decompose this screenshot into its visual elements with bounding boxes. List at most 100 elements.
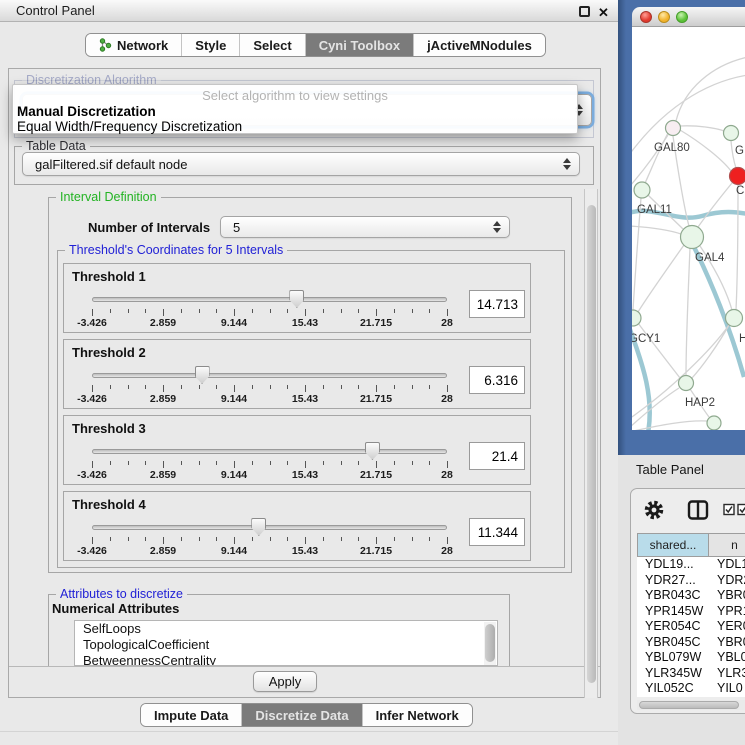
slider-tick bbox=[323, 537, 324, 541]
numerical-attributes-label: Numerical Attributes bbox=[52, 601, 179, 616]
cell-name: YBR0 bbox=[709, 588, 745, 604]
num-intervals-combo[interactable]: 5 bbox=[220, 216, 510, 238]
slider-tick bbox=[447, 385, 448, 392]
edge bbox=[638, 245, 684, 312]
apply-button[interactable]: Apply bbox=[253, 671, 317, 692]
slider-tick bbox=[287, 461, 288, 465]
select-columns-checkboxes-icon[interactable] bbox=[723, 503, 745, 516]
node-table[interactable]: shared...n YDL19...YDL1YDR27...YDR2YBR04… bbox=[637, 533, 745, 697]
slider-tick bbox=[234, 461, 235, 468]
slider-tick bbox=[358, 461, 359, 465]
slider-track[interactable] bbox=[92, 373, 447, 378]
threshold-value-field[interactable] bbox=[469, 366, 525, 394]
column-header-n[interactable]: n bbox=[709, 533, 745, 557]
algorithm-option-equal-width[interactable]: Equal Width/Frequency Discretization bbox=[17, 119, 242, 134]
cell-name: YDR2 bbox=[709, 573, 745, 589]
edge bbox=[632, 226, 681, 234]
cell-name: YIL0 bbox=[709, 681, 743, 697]
network-node-h[interactable] bbox=[726, 310, 743, 327]
column-layout-icon[interactable] bbox=[687, 499, 709, 521]
gear-icon[interactable] bbox=[643, 499, 665, 521]
slider-tick bbox=[252, 309, 253, 313]
attributes-scrollbar[interactable] bbox=[484, 622, 496, 666]
table-row[interactable]: YIL052CYIL0 bbox=[637, 681, 745, 697]
slider-thumb[interactable] bbox=[251, 518, 266, 536]
cell-shared-name: YLR345W bbox=[637, 666, 709, 682]
threshold-box-3: Threshold 3-3.4262.8599.14415.4321.71528 bbox=[63, 415, 531, 485]
column-header-shared[interactable]: shared... bbox=[637, 533, 709, 557]
slider-track[interactable] bbox=[92, 297, 447, 302]
node-label: GAL4 bbox=[695, 252, 725, 264]
tab-impute-data[interactable]: Impute Data bbox=[141, 704, 242, 726]
table-row[interactable]: YBR045CYBR0 bbox=[637, 635, 745, 651]
tab-select[interactable]: Select bbox=[240, 34, 305, 56]
table-row[interactable]: YBR043CYBR0 bbox=[637, 588, 745, 604]
tab-jactivemnodules[interactable]: jActiveMNodules bbox=[414, 34, 545, 56]
network-node[interactable] bbox=[707, 416, 721, 430]
close-icon[interactable]: ✕ bbox=[598, 6, 611, 19]
threshold-value-field[interactable] bbox=[469, 518, 525, 546]
table-row[interactable]: YLR345WYLR3 bbox=[637, 666, 745, 682]
zoom-traffic-light-icon[interactable] bbox=[676, 11, 688, 23]
table-data-combo[interactable]: galFiltered.sif default node bbox=[22, 152, 580, 176]
slider-tick bbox=[305, 461, 306, 468]
node-label: GAL80 bbox=[654, 142, 690, 154]
network-node-c[interactable] bbox=[730, 168, 745, 185]
network-node-gal11[interactable] bbox=[634, 182, 650, 198]
tab-discretize-data[interactable]: Discretize Data bbox=[242, 704, 362, 726]
float-window-icon[interactable] bbox=[579, 6, 590, 17]
content-scrollbar[interactable] bbox=[584, 189, 598, 698]
tick-label: 28 bbox=[441, 545, 453, 557]
numerical-attributes-list[interactable]: SelfLoopsTopologicalCoefficientBetweenne… bbox=[74, 620, 498, 666]
tick-label: -3.426 bbox=[77, 393, 107, 405]
slider-tick bbox=[145, 461, 146, 465]
tab-network[interactable]: Network bbox=[86, 34, 182, 56]
table-row[interactable]: YDL19...YDL1 bbox=[637, 557, 745, 573]
tick-label: 28 bbox=[441, 469, 453, 481]
list-item[interactable]: BetweennessCentrality bbox=[75, 653, 497, 666]
slider-tick bbox=[92, 537, 93, 544]
cell-shared-name: YPR145W bbox=[637, 604, 709, 620]
tab-style[interactable]: Style bbox=[182, 34, 240, 56]
tick-label: -3.426 bbox=[77, 545, 107, 557]
slider-tick bbox=[163, 537, 164, 544]
edge bbox=[680, 126, 724, 131]
minimize-traffic-light-icon[interactable] bbox=[658, 11, 670, 23]
slider-thumb[interactable] bbox=[365, 442, 380, 460]
tab-infer-network[interactable]: Infer Network bbox=[363, 704, 472, 726]
table-row[interactable]: YBL079WYBL0 bbox=[637, 650, 745, 666]
algorithm-dropdown-popup: Select algorithm to view settings Manual… bbox=[12, 84, 578, 134]
slider-thumb[interactable] bbox=[195, 366, 210, 384]
slider-tick bbox=[92, 309, 93, 316]
network-canvas[interactable]: GAL80GCGAL11GAL4GCY1HHAP2 bbox=[632, 27, 745, 430]
network-node-gcy1[interactable] bbox=[632, 310, 641, 326]
threshold-label: Threshold 2 bbox=[72, 345, 146, 360]
network-node-g[interactable] bbox=[724, 126, 739, 141]
slider-track[interactable] bbox=[92, 449, 447, 454]
close-traffic-light-icon[interactable] bbox=[640, 11, 652, 23]
tab-cyni-toolbox[interactable]: Cyni Toolbox bbox=[306, 34, 414, 56]
list-item[interactable]: SelfLoops bbox=[75, 621, 497, 637]
table-row[interactable]: YDR27...YDR2 bbox=[637, 573, 745, 589]
table-row[interactable]: YER054CYER0 bbox=[637, 619, 745, 635]
tick-label: 15.43 bbox=[292, 317, 318, 329]
table-hscrollbar[interactable] bbox=[637, 700, 745, 710]
slider-thumb[interactable] bbox=[289, 290, 304, 308]
slider-track[interactable] bbox=[92, 525, 447, 530]
slider-tick bbox=[394, 309, 395, 313]
slider-tick bbox=[234, 385, 235, 392]
slider-tick bbox=[110, 309, 111, 313]
threshold-value-field[interactable] bbox=[469, 290, 525, 318]
network-window-titlebar[interactable] bbox=[632, 7, 745, 27]
network-node-gal4[interactable] bbox=[681, 226, 704, 249]
interval-definition-title: Interval Definition bbox=[56, 190, 161, 204]
algorithm-option-manual[interactable]: Manual Discretization bbox=[17, 104, 156, 119]
tick-label: 21.715 bbox=[360, 317, 392, 329]
threshold-value-field[interactable] bbox=[469, 442, 525, 470]
table-row[interactable]: YPR145WYPR1 bbox=[637, 604, 745, 620]
network-node-hap2[interactable] bbox=[679, 376, 694, 391]
list-item[interactable]: TopologicalCoefficient bbox=[75, 637, 497, 653]
slider-tick bbox=[181, 309, 182, 313]
slider-tick bbox=[92, 385, 93, 392]
network-node-gal80[interactable] bbox=[666, 121, 681, 136]
